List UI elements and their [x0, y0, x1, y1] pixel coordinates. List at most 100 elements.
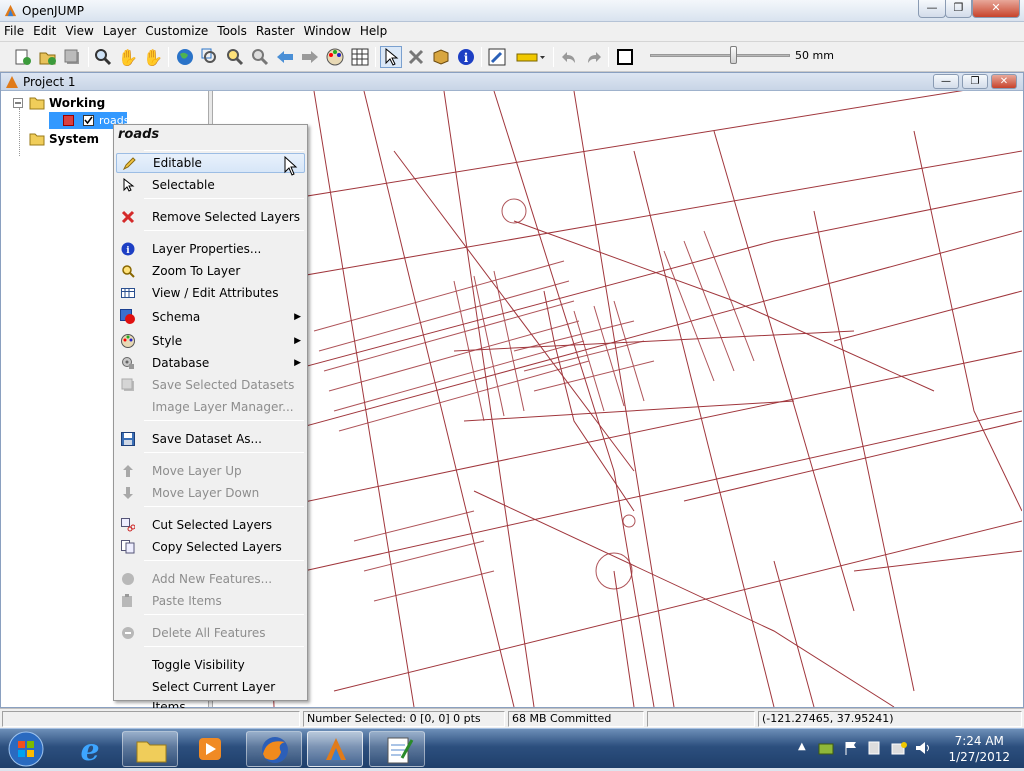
taskbar-notepad-icon[interactable]	[369, 731, 425, 767]
menu-file[interactable]: File	[0, 22, 29, 38]
menu-layer[interactable]: Layer	[99, 22, 141, 38]
status-selected-count: Number Selected: 0 [0, 0] 0 pts	[303, 711, 505, 727]
menu-item-zoom-to-layer[interactable]: Zoom To Layer	[116, 261, 305, 281]
redo-icon[interactable]	[583, 46, 605, 68]
menu-item-move-layer-down[interactable]: Move Layer Down	[116, 483, 305, 503]
clock-time: 7:24 AM	[954, 734, 1004, 748]
menu-item-select-current-layer-items[interactable]: Select Current Layer Items	[116, 677, 305, 714]
taskbar-ie-icon[interactable]: e	[62, 731, 118, 768]
save-project-icon[interactable]	[62, 46, 84, 68]
palette-icon[interactable]	[324, 46, 346, 68]
menu-item-style[interactable]: Style ▶	[116, 331, 305, 351]
menu-edit[interactable]: Edit	[29, 22, 61, 38]
taskbar-clock[interactable]: 7:24 AM 1/27/2012	[948, 733, 1010, 765]
menu-help[interactable]: Help	[356, 22, 392, 38]
menu-window[interactable]: Window	[300, 22, 356, 38]
select-arrow-icon[interactable]	[380, 46, 402, 68]
window-frame-icon[interactable]	[614, 46, 636, 68]
zoom-selected-icon[interactable]	[199, 46, 221, 68]
pan-zoom-icon[interactable]: ✋	[142, 46, 164, 68]
zoom-scale-slider[interactable]	[650, 54, 790, 57]
taskbar-openjump-icon[interactable]	[307, 731, 363, 767]
tray-power-icon[interactable]	[890, 740, 908, 756]
menu-item-save-dataset-as[interactable]: Save Dataset As...	[116, 429, 305, 449]
menu-item-add-new-features[interactable]: Add New Features...	[116, 569, 305, 589]
menu-item-image-layer-manager[interactable]: Image Layer Manager...	[116, 397, 305, 417]
project-minimize-button[interactable]: —	[933, 74, 959, 89]
grid-icon[interactable]	[349, 46, 371, 68]
map-canvas[interactable]	[214, 91, 1022, 707]
menu-item-schema[interactable]: Schema ▶	[116, 307, 305, 327]
menu-tools[interactable]: Tools	[213, 22, 252, 38]
tray-flag-icon[interactable]	[843, 740, 859, 756]
submenu-arrow-icon: ▶	[294, 312, 301, 322]
menu-item-selectable[interactable]: Selectable	[116, 175, 305, 195]
box-icon[interactable]	[430, 46, 452, 68]
menu-view[interactable]: View	[61, 22, 98, 38]
visibility-checkbox[interactable]	[83, 115, 94, 126]
start-orb-icon[interactable]	[6, 730, 46, 768]
menu-item-remove-selected-layers[interactable]: Remove Selected Layers	[116, 207, 305, 227]
delete-feature-icon[interactable]	[405, 46, 427, 68]
menu-item-paste-items[interactable]: Paste Items	[116, 591, 305, 611]
folder-icon	[29, 133, 45, 146]
palette-icon	[120, 333, 136, 349]
open-icon[interactable]	[37, 46, 59, 68]
project-close-button[interactable]: ✕	[991, 74, 1017, 89]
tray-network-icon[interactable]	[818, 740, 834, 756]
menu-raster[interactable]: Raster	[252, 22, 300, 38]
zoom-icon[interactable]	[92, 46, 114, 68]
svg-text:e: e	[80, 733, 99, 767]
menu-item-editable[interactable]: Editable	[116, 153, 305, 173]
forward-arrow-icon[interactable]	[299, 46, 321, 68]
separator	[481, 47, 482, 67]
zoom-in-icon[interactable]	[224, 46, 246, 68]
project-title: Project 1	[23, 75, 76, 89]
tray-volume-icon[interactable]	[914, 740, 932, 756]
tree-node-system[interactable]: System	[49, 132, 99, 146]
separator	[375, 47, 376, 67]
taskbar-explorer-icon[interactable]	[122, 731, 178, 767]
taskbar-firefox-icon[interactable]	[246, 731, 302, 767]
paste-icon	[120, 593, 136, 609]
tray-device-icon[interactable]	[866, 740, 882, 756]
menu-item-database[interactable]: Database ▶	[116, 353, 305, 373]
separator	[608, 47, 609, 67]
tray-show-hidden-icon[interactable]: ▲	[798, 741, 806, 752]
menu-item-cut-selected-layers[interactable]: Cut Selected Layers	[116, 515, 305, 535]
zoom-full-extent-icon[interactable]	[174, 46, 196, 68]
menu-separator	[144, 452, 304, 453]
menu-item-layer-properties[interactable]: i Layer Properties...	[116, 239, 305, 259]
openjump-logo-icon	[4, 4, 17, 17]
taskbar-media-player-icon[interactable]	[182, 731, 238, 767]
info-icon[interactable]: i	[455, 46, 477, 68]
measure-ruler-icon[interactable]	[514, 46, 548, 68]
menu-item-delete-all-features[interactable]: Delete All Features	[116, 623, 305, 643]
pan-hand-icon[interactable]: ✋	[117, 46, 139, 68]
menu-item-move-layer-up[interactable]: Move Layer Up	[116, 461, 305, 481]
collapse-toggle-icon[interactable]	[13, 98, 23, 108]
menu-separator	[144, 646, 304, 647]
project-restore-button[interactable]: ❐	[962, 74, 988, 89]
menu-separator	[144, 420, 304, 421]
tree-node-working[interactable]: Working	[49, 96, 105, 110]
menu-customize[interactable]: Customize	[141, 22, 213, 38]
edit-toolbox-icon[interactable]	[486, 46, 508, 68]
zoom-out-icon[interactable]	[249, 46, 271, 68]
menu-separator	[144, 230, 304, 231]
back-arrow-icon[interactable]	[274, 46, 296, 68]
close-button[interactable]: ✕	[972, 0, 1020, 18]
menu-item-toggle-visibility[interactable]: Toggle Visibility	[116, 655, 305, 675]
menu-item-view-edit-attributes[interactable]: View / Edit Attributes	[116, 283, 305, 303]
arrow-up-icon	[120, 463, 136, 479]
windows-taskbar: e ▲ 7:24 AM 1/27/2012	[0, 728, 1024, 768]
menubar: File Edit View Layer Customize Tools Raster Win…	[0, 22, 1024, 42]
menu-item-copy-selected-layers[interactable]: Copy Selected Layers	[116, 537, 305, 557]
menu-item-save-selected-datasets[interactable]: Save Selected Datasets	[116, 375, 305, 395]
minimize-button[interactable]: —	[918, 0, 946, 18]
maximize-button[interactable]: ❐	[945, 0, 972, 18]
new-project-icon[interactable]	[12, 46, 34, 68]
undo-icon[interactable]	[558, 46, 580, 68]
submenu-arrow-icon: ▶	[294, 358, 301, 368]
zoom-scale-slider-thumb[interactable]	[730, 46, 737, 64]
